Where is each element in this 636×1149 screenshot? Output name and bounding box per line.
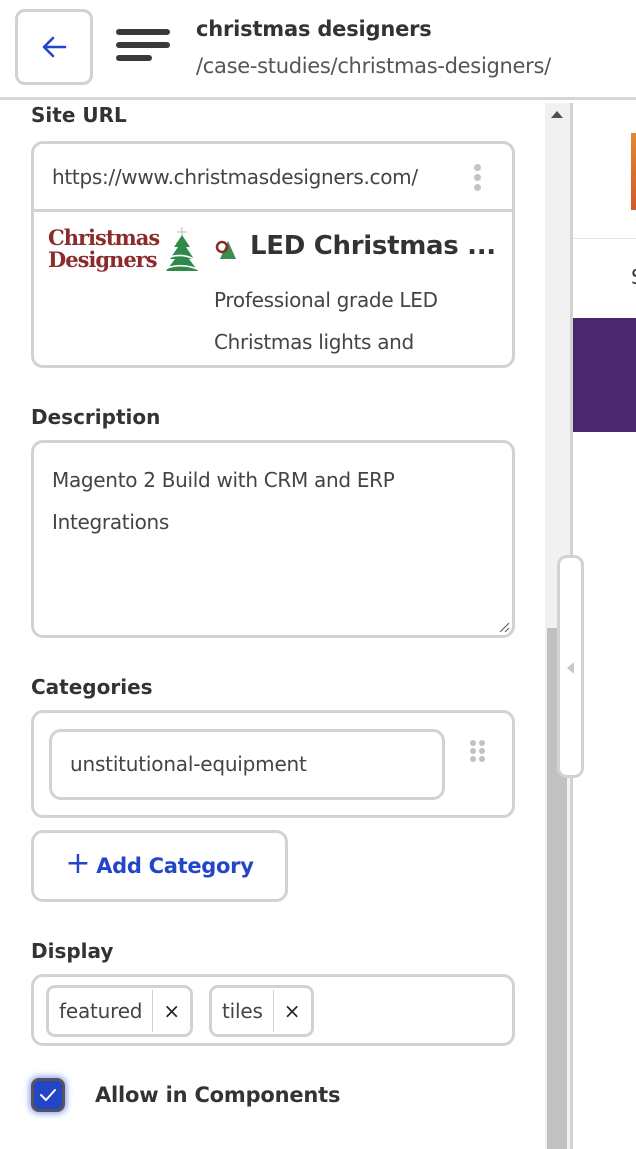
site-url-card: https://www.christmasdesigners.com/ Chri… xyxy=(31,141,515,368)
description-textarea[interactable]: Magento 2 Build with CRM and ERP Integra… xyxy=(31,440,515,638)
preview-partial-text: S xyxy=(631,265,636,289)
menu-icon[interactable] xyxy=(116,29,172,65)
drag-handle-icon[interactable] xyxy=(470,740,486,764)
logo-line-2: Designers xyxy=(48,247,158,272)
category-input[interactable]: unstitutional-equipment xyxy=(49,729,445,800)
preview-title: LED Christmas ... xyxy=(250,231,496,261)
top-header: christmas designers /case-studies/christ… xyxy=(0,0,636,100)
split-resize-handle[interactable] xyxy=(557,555,584,778)
preview-orange-block xyxy=(631,133,636,210)
display-label: Display xyxy=(31,939,114,963)
add-category-button[interactable]: + Add Category xyxy=(31,830,288,902)
categories-label: Categories xyxy=(31,675,153,699)
plus-icon: + xyxy=(65,846,91,881)
page-title: christmas designers xyxy=(196,17,432,41)
description-label: Description xyxy=(31,405,161,429)
back-button[interactable] xyxy=(15,9,93,85)
site-logo: Christmas Designers xyxy=(48,227,200,281)
scroll-up-arrow-icon[interactable] xyxy=(551,111,563,118)
categories-list: unstitutional-equipment xyxy=(31,710,515,818)
description-value: Magento 2 Build with CRM and ERP Integra… xyxy=(52,468,395,534)
arrow-left-icon xyxy=(42,36,67,58)
site-url-row: https://www.christmasdesigners.com/ xyxy=(34,144,512,212)
chevron-left-icon xyxy=(567,662,574,674)
preview-purple-banner xyxy=(573,318,636,432)
favicon-icon xyxy=(215,240,236,259)
allow-components-label[interactable]: Allow in Components xyxy=(95,1083,341,1107)
resize-grip-icon[interactable] xyxy=(498,621,510,633)
site-url-label: Site URL xyxy=(31,103,127,127)
page-path: /case-studies/christmas-designers/ xyxy=(196,54,551,78)
display-chip-featured: featured × xyxy=(46,985,194,1037)
christmas-tree-icon xyxy=(166,227,198,271)
checkmark-icon xyxy=(40,1089,56,1101)
add-category-label: Add Category xyxy=(96,854,254,878)
link-preview[interactable]: Christmas Designers LED Christmas ... Pr… xyxy=(34,215,512,365)
chip-label: tiles xyxy=(222,999,263,1023)
display-tags-input[interactable]: featured × tiles × xyxy=(31,974,515,1046)
chip-label: featured xyxy=(59,999,143,1023)
close-icon[interactable]: × xyxy=(272,990,311,1032)
display-chip-tiles: tiles × xyxy=(209,985,314,1037)
edit-panel: Site URL https://www.christmasdesigners.… xyxy=(0,103,545,1149)
preview-separator xyxy=(573,238,636,239)
kebab-vertical-icon[interactable] xyxy=(472,164,482,194)
close-icon[interactable]: × xyxy=(152,990,190,1032)
preview-description: Professional grade LED Christmas lights … xyxy=(214,288,438,354)
site-url-input[interactable]: https://www.christmasdesigners.com/ xyxy=(52,165,448,189)
logo-line-1: Christmas xyxy=(48,225,160,250)
allow-components-checkbox[interactable] xyxy=(31,1078,65,1112)
